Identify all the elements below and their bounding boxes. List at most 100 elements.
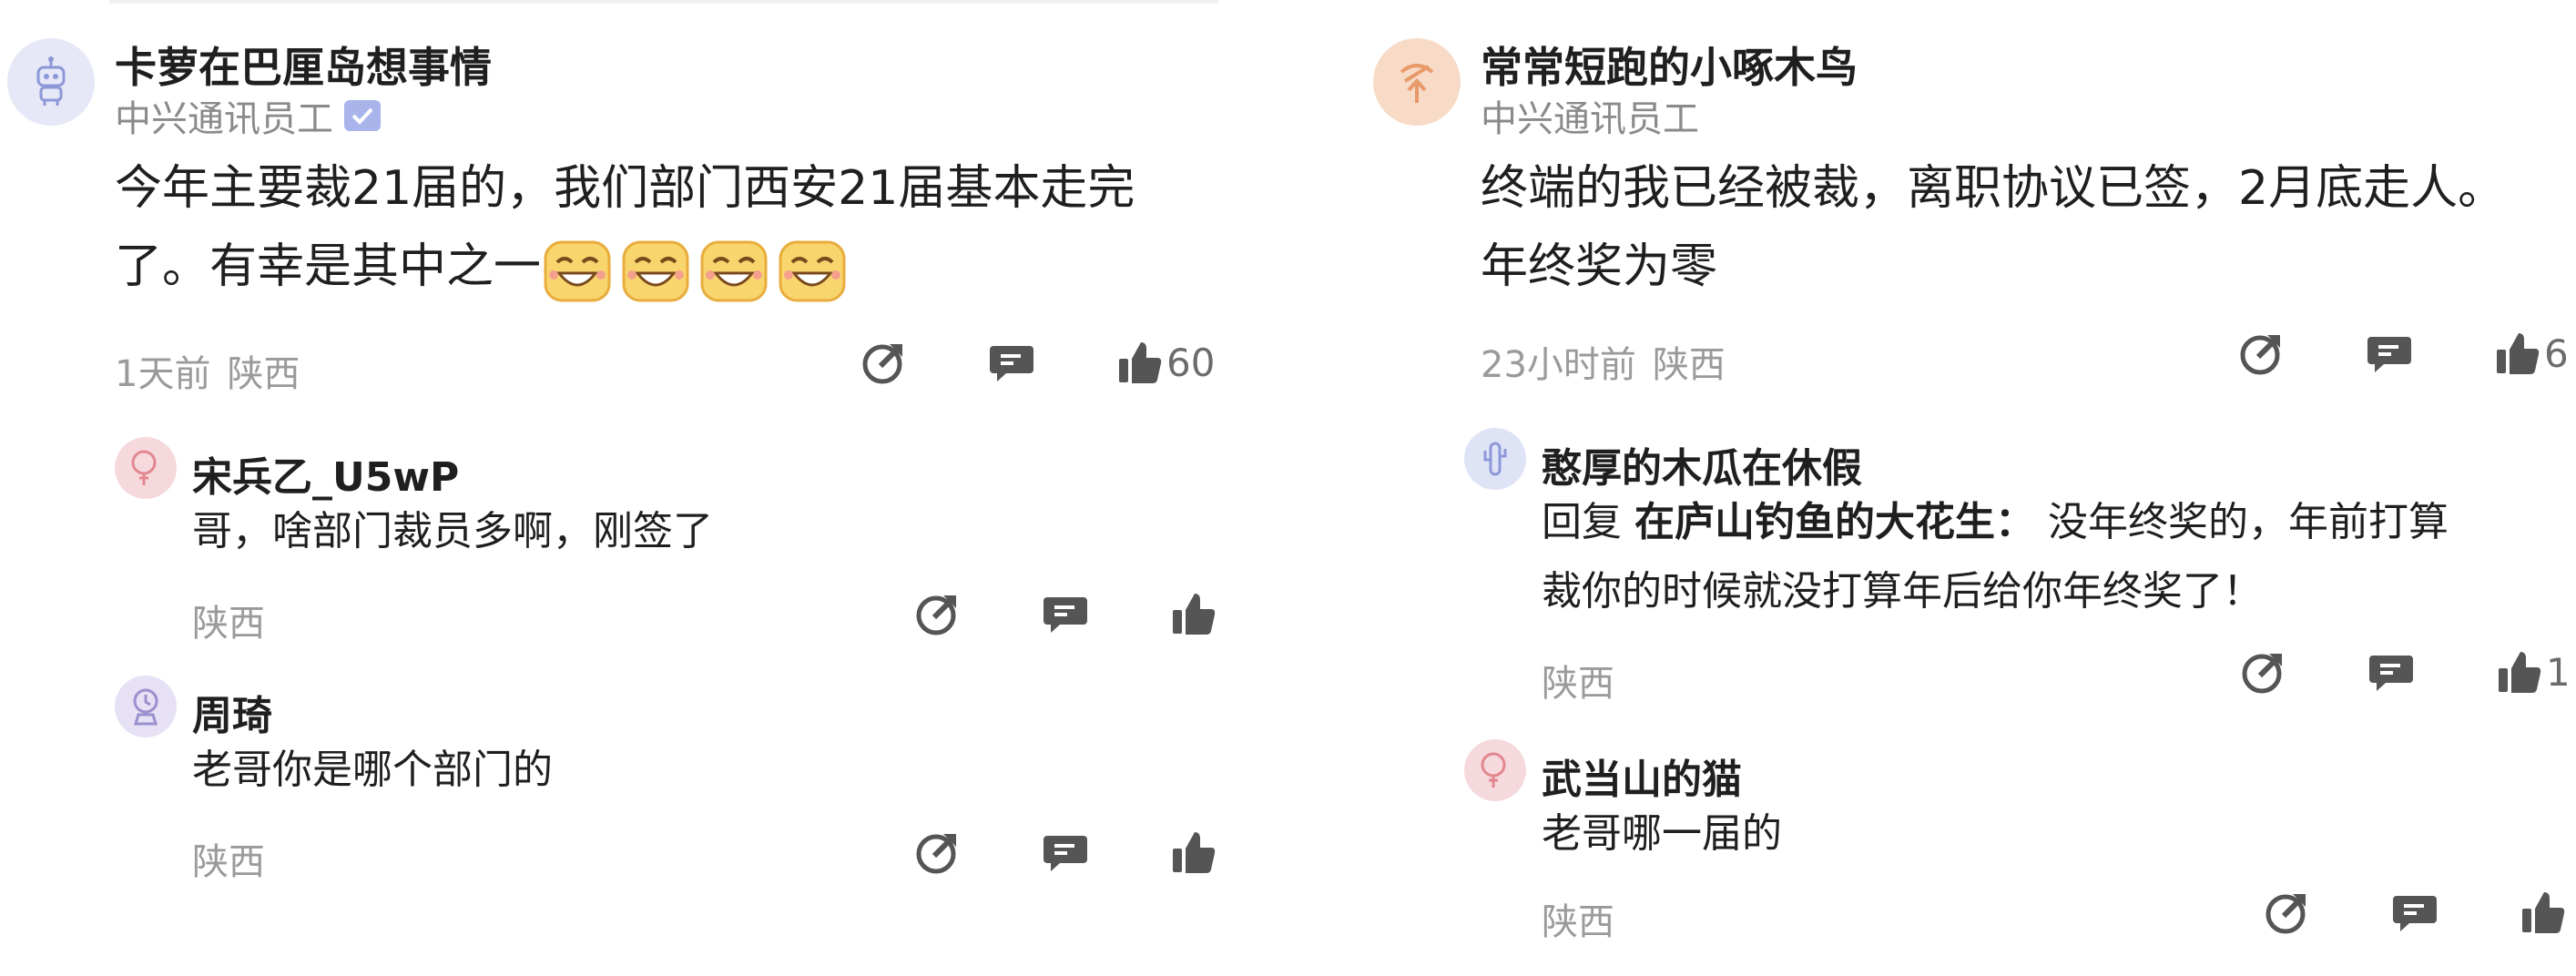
comment-text: 今年主要裁21届的，我们部门西安21届基本走完 了。有幸是其中之一 — [115, 149, 1135, 306]
comment-icon — [2393, 896, 2437, 931]
author-subtitle: 中兴通讯员工 — [115, 89, 381, 142]
person-icon — [1400, 64, 1434, 103]
share-icon — [916, 834, 956, 874]
comment-actions: 60 — [860, 339, 1215, 386]
share-icon — [2240, 335, 2280, 375]
share-button[interactable] — [2240, 648, 2367, 696]
author-company: 中兴通讯员工 — [1481, 98, 1699, 140]
reply-author[interactable]: 武当山的猫 — [1542, 747, 1742, 805]
reply-location: 陕西 — [1542, 901, 1614, 943]
reply-button[interactable] — [2366, 330, 2493, 377]
reply-text: 老哥你是哪个部门的 — [192, 747, 553, 793]
like-icon — [2499, 652, 2541, 693]
laughing-emoji-icon — [544, 240, 611, 302]
comment-author[interactable]: 常常短跑的小啄木鸟 — [1481, 35, 1858, 95]
reply-prefix: 回复 — [1542, 499, 1622, 545]
reply-location: 陕西 — [192, 841, 265, 883]
comment-icon — [2369, 656, 2413, 691]
like-icon — [1119, 342, 1162, 383]
reply-author[interactable]: 憨厚的木瓜在休假 — [1542, 435, 1862, 493]
comment-location: 陕西 — [227, 353, 300, 395]
like-button[interactable]: 6 — [2493, 330, 2569, 377]
reply-button[interactable] — [1042, 590, 1169, 637]
balloon-icon — [1481, 752, 1506, 788]
emoji-row — [543, 235, 847, 304]
reply-comment: 周琦 老哥你是哪个部门的 陕西 — [115, 676, 1257, 894]
comment-meta: 23小时前 陕西 — [1481, 335, 1726, 388]
like-button[interactable]: 1 — [2495, 648, 2571, 696]
avatar-orange-figure[interactable] — [1373, 38, 1461, 126]
comment-actions: 6 — [2238, 330, 2569, 377]
comment-text-line: 终端的我已经被裁，离职协议已签，2月底走人。 — [1481, 161, 2506, 216]
avatar-balloon[interactable] — [115, 437, 177, 499]
share-icon — [2242, 654, 2282, 694]
comment-panel-right: 常常短跑的小啄木鸟 中兴通讯员工 终端的我已经被裁，离职协议已签，2月底走人。 … — [1366, 0, 2576, 976]
reply-to-user[interactable]: 在庐山钓鱼的大花生： — [1634, 499, 2035, 545]
reply-location: 陕西 — [1542, 663, 1614, 705]
comment-icon — [1044, 836, 1087, 871]
reply-text: 回复 在庐山钓鱼的大花生： 没年终奖的，年前打算 裁你的时候就没打算年后给你年终… — [1542, 488, 2449, 626]
reply-comment: 武当山的猫 老哥哪一届的 陕西 — [1464, 739, 2576, 958]
reply-actions — [914, 829, 1217, 876]
comment-text-line: 年终奖为零 — [1481, 239, 1718, 294]
share-button[interactable] — [2238, 330, 2366, 377]
like-count: 60 — [1166, 340, 1216, 385]
like-button[interactable]: 60 — [1115, 339, 1215, 386]
reply-actions: 1 — [2240, 648, 2571, 696]
balloon-icon — [131, 450, 157, 485]
like-count: 1 — [2546, 649, 2571, 695]
comment-text-line: 了。有幸是其中之一 — [115, 228, 1135, 306]
comment-text-line: 今年主要裁21届的，我们部门西安21届基本走完 — [115, 161, 1135, 216]
robot-icon — [36, 56, 66, 106]
share-button[interactable] — [2264, 889, 2391, 936]
reply-text-line: 裁你的时候就没打算年后给你年终奖了！ — [1542, 568, 2263, 615]
reply-button[interactable] — [2367, 648, 2495, 696]
verified-badge-icon — [344, 100, 381, 131]
reply-actions — [2264, 889, 2566, 936]
comment-text: 终端的我已经被裁，离职协议已签，2月底走人。 年终奖为零 — [1481, 149, 2505, 306]
reply-comment: 憨厚的木瓜在休假 回复 在庐山钓鱼的大花生： 没年终奖的，年前打算 裁你的时候就… — [1464, 428, 2576, 719]
avatar-robot[interactable] — [7, 38, 95, 126]
comment-time: 23小时前 — [1481, 344, 1636, 386]
comment-icon — [2367, 337, 2411, 372]
share-button[interactable] — [914, 829, 1042, 876]
comment-main: 卡萝在巴厘岛想事情 中兴通讯员工 今年主要裁21届的，我们部门西安21届基本走完… — [0, 0, 1257, 419]
like-button[interactable] — [1169, 590, 1217, 637]
comment-time: 1天前 — [115, 353, 211, 395]
comment-author[interactable]: 卡萝在巴厘岛想事情 — [115, 35, 492, 95]
like-icon — [1173, 594, 1216, 635]
like-count: 6 — [2544, 330, 2569, 376]
share-button[interactable] — [860, 339, 988, 386]
like-icon — [2497, 333, 2540, 374]
reply-text: 老哥哪一届的 — [1542, 810, 1782, 857]
like-button[interactable] — [1169, 829, 1217, 876]
share-icon — [2265, 894, 2306, 934]
like-icon — [2522, 892, 2565, 933]
laughing-emoji-icon — [622, 240, 689, 302]
author-company: 中兴通讯员工 — [115, 98, 333, 140]
reply-button[interactable] — [1042, 829, 1169, 876]
like-icon — [1173, 832, 1216, 873]
share-button[interactable] — [914, 590, 1042, 637]
comment-icon — [990, 346, 1033, 381]
reply-button[interactable] — [988, 339, 1115, 386]
reply-text-content: 没年终奖的，年前打算 — [2048, 499, 2449, 545]
share-icon — [916, 595, 956, 635]
reply-author[interactable]: 周琦 — [192, 683, 272, 741]
laughing-emoji-icon — [700, 240, 768, 302]
avatar-cactus[interactable] — [1464, 428, 1526, 490]
cactus-icon — [1483, 442, 1507, 476]
comment-text-line-content: 了。有幸是其中之一 — [115, 239, 542, 294]
laughing-emoji-icon — [779, 240, 846, 302]
like-button[interactable] — [2519, 889, 2566, 936]
avatar-clock[interactable] — [115, 676, 177, 737]
reply-button[interactable] — [2391, 889, 2519, 936]
comment-panel-left: 卡萝在巴厘岛想事情 中兴通讯员工 今年主要裁21届的，我们部门西安21届基本走完… — [0, 0, 1257, 976]
author-subtitle: 中兴通讯员工 — [1481, 89, 1699, 142]
reply-text: 哥，啥部门裁员多啊，刚签了 — [192, 508, 713, 554]
comment-meta: 1天前 陕西 — [115, 344, 300, 397]
avatar-balloon[interactable] — [1464, 739, 1526, 801]
share-icon — [862, 344, 902, 384]
reply-author[interactable]: 宋兵乙_U5wP — [192, 444, 459, 503]
clock-icon — [133, 688, 158, 726]
